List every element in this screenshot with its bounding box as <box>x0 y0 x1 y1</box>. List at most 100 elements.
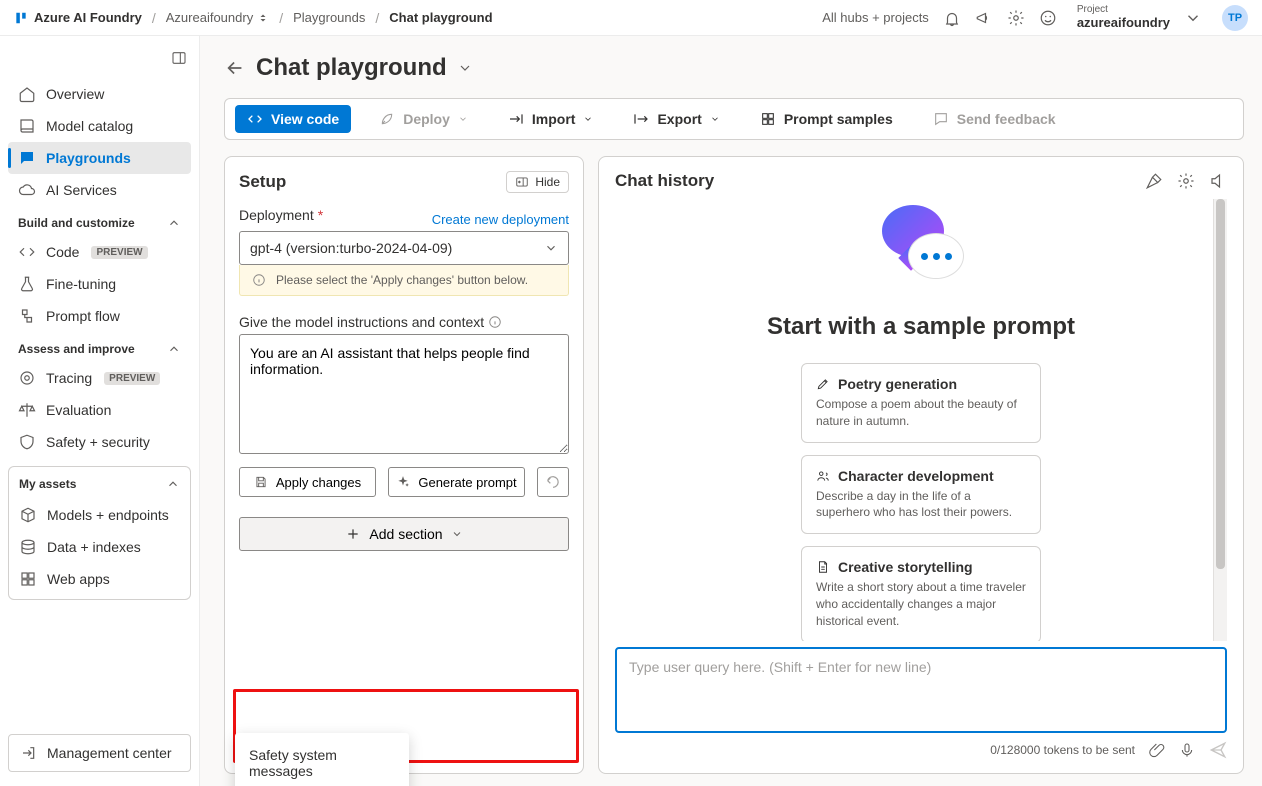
prompt-card-character[interactable]: Character development Describe a day in … <box>801 455 1041 535</box>
cloud-icon <box>18 181 36 199</box>
separator: / <box>152 10 156 26</box>
dropdown-item-safety[interactable]: Safety system messages <box>235 737 409 786</box>
export-button[interactable]: Export <box>621 105 731 133</box>
scroll-thumb[interactable] <box>1216 199 1225 569</box>
sidebar-item-safety[interactable]: Safety + security <box>8 426 191 458</box>
preview-badge: PREVIEW <box>91 246 147 259</box>
book-icon <box>18 117 36 135</box>
scrollbar[interactable] <box>1213 199 1227 641</box>
pen-icon <box>816 377 830 391</box>
send-feedback-button[interactable]: Send feedback <box>921 105 1068 133</box>
brand-icon <box>14 11 28 25</box>
brand-label: Azure AI Foundry <box>34 10 142 25</box>
save-icon <box>254 475 268 489</box>
undo-icon <box>545 474 561 490</box>
separator: / <box>375 10 379 26</box>
panel-collapse-icon <box>171 50 187 66</box>
shield-icon <box>18 433 36 451</box>
sidebar-item-code[interactable]: Code PREVIEW <box>8 236 191 268</box>
deployment-select[interactable]: gpt-4 (version:turbo-2024-04-09) <box>239 231 569 265</box>
hide-button[interactable]: Hide <box>506 171 569 193</box>
avatar[interactable]: TP <box>1222 5 1248 31</box>
grid-icon <box>760 111 776 127</box>
collapse-sidebar-button[interactable] <box>167 46 191 70</box>
chevron-down-icon[interactable] <box>457 60 473 76</box>
add-section-button[interactable]: Add section <box>239 517 569 551</box>
attachment-icon[interactable] <box>1149 742 1165 758</box>
database-icon <box>19 538 37 556</box>
speaker-icon[interactable] <box>1209 172 1227 190</box>
prompt-card-poetry[interactable]: Poetry generation Compose a poem about t… <box>801 363 1041 443</box>
generate-prompt-button[interactable]: Generate prompt <box>388 467 525 497</box>
all-hubs-link[interactable]: All hubs + projects <box>822 10 929 25</box>
breadcrumb-hub[interactable]: Azureaifoundry <box>166 10 269 25</box>
create-deployment-link[interactable]: Create new deployment <box>432 212 569 227</box>
breadcrumb-chat-playground: Chat playground <box>389 10 492 25</box>
sidebar-item-models-endpoints[interactable]: Models + endpoints <box>9 499 190 531</box>
exit-icon <box>21 745 37 761</box>
start-title: Start with a sample prompt <box>767 313 1075 341</box>
instructions-label: Give the model instructions and context <box>239 314 569 330</box>
sidebar-item-fine-tuning[interactable]: Fine-tuning <box>8 268 191 300</box>
brand[interactable]: Azure AI Foundry <box>14 10 142 25</box>
chevron-down-icon <box>451 528 463 540</box>
info-icon <box>252 273 266 287</box>
chevron-down-icon <box>544 241 558 255</box>
chevron-up-icon <box>167 216 181 230</box>
flask-icon <box>18 275 36 293</box>
prompt-card-creative[interactable]: Creative storytelling Write a short stor… <box>801 546 1041 641</box>
prompt-samples-button[interactable]: Prompt samples <box>748 105 905 133</box>
sidebar-section-assets[interactable]: My assets <box>8 466 191 497</box>
send-icon[interactable] <box>1209 741 1227 759</box>
export-icon <box>633 111 649 127</box>
sidebar-section-assess[interactable]: Assess and improve <box>8 332 191 362</box>
project-picker[interactable]: Project azureaifoundry <box>1077 4 1170 30</box>
system-instructions-input[interactable] <box>239 334 569 454</box>
code-icon <box>18 243 36 261</box>
import-button[interactable]: Import <box>496 105 606 133</box>
chevron-down-icon <box>710 114 720 124</box>
panel-hide-icon <box>515 175 529 189</box>
gear-icon[interactable] <box>1177 172 1195 190</box>
feedback-icon <box>933 111 949 127</box>
chat-input[interactable]: Type user query here. (Shift + Enter for… <box>615 647 1227 733</box>
chevron-up-icon <box>167 342 181 356</box>
apply-changes-button[interactable]: Apply changes <box>239 467 376 497</box>
deploy-button[interactable]: Deploy <box>367 105 480 133</box>
sidebar-section-build[interactable]: Build and customize <box>8 206 191 236</box>
chat-panel: Chat history Start with a sampl <box>598 156 1244 774</box>
import-icon <box>508 111 524 127</box>
separator: / <box>279 10 283 26</box>
megaphone-icon[interactable] <box>975 9 993 27</box>
top-bar: Azure AI Foundry / Azureaifoundry / Play… <box>0 0 1262 36</box>
sidebar-item-prompt-flow[interactable]: Prompt flow <box>8 300 191 332</box>
sidebar-item-ai-services[interactable]: AI Services <box>8 174 191 206</box>
rocket-icon <box>379 111 395 127</box>
breadcrumb-playgrounds[interactable]: Playgrounds <box>293 10 365 25</box>
sidebar-item-data-indexes[interactable]: Data + indexes <box>9 531 190 563</box>
scale-icon <box>18 401 36 419</box>
sort-icon <box>257 12 269 24</box>
chevron-down-icon[interactable] <box>1184 9 1202 27</box>
apply-changes-warning: Please select the 'Apply changes' button… <box>239 265 569 296</box>
smiley-icon[interactable] <box>1039 9 1057 27</box>
home-icon <box>18 85 36 103</box>
bell-icon[interactable] <box>943 9 961 27</box>
sidebar-item-evaluation[interactable]: Evaluation <box>8 394 191 426</box>
broom-icon[interactable] <box>1145 172 1163 190</box>
chat-illustration <box>876 205 966 295</box>
view-code-button[interactable]: View code <box>235 105 351 133</box>
microphone-icon[interactable] <box>1179 742 1195 758</box>
back-arrow-icon[interactable] <box>224 57 246 79</box>
setup-panel: Setup Hide Deployment* Create new deploy… <box>224 156 584 774</box>
sidebar-item-tracing[interactable]: Tracing PREVIEW <box>8 362 191 394</box>
management-center-button[interactable]: Management center <box>8 734 191 772</box>
sidebar-item-playgrounds[interactable]: Playgrounds <box>8 142 191 174</box>
sidebar-item-web-apps[interactable]: Web apps <box>9 563 190 595</box>
info-icon[interactable] <box>488 315 502 329</box>
preview-badge: PREVIEW <box>104 372 160 385</box>
revert-button[interactable] <box>537 467 569 497</box>
sidebar-item-overview[interactable]: Overview <box>8 78 191 110</box>
gear-icon[interactable] <box>1007 9 1025 27</box>
sidebar-item-model-catalog[interactable]: Model catalog <box>8 110 191 142</box>
